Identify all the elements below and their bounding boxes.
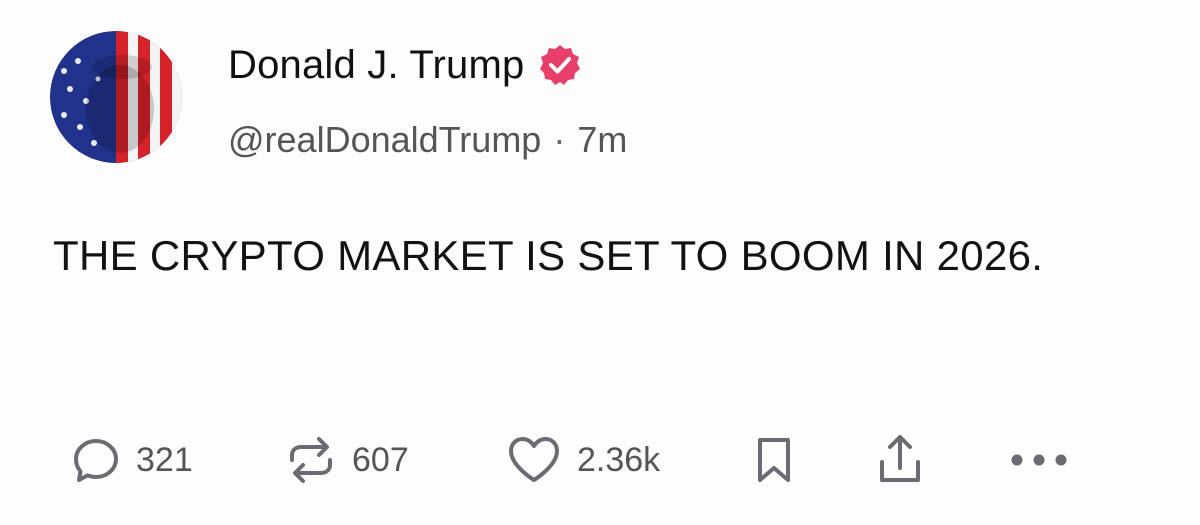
- repost-icon: [284, 433, 338, 487]
- verified-badge-icon: [538, 43, 582, 87]
- bookmark-button[interactable]: [752, 420, 796, 500]
- author-meta-row: @realDonaldTrump · 7m: [228, 116, 627, 164]
- post-text: THE CRYPTO MARKET IS SET TO BOOM IN 2026…: [53, 232, 1044, 279]
- heart-icon: [505, 433, 563, 487]
- author-display-name[interactable]: Donald J. Trump: [228, 43, 524, 88]
- more-options-button[interactable]: [1006, 420, 1072, 500]
- post-card: Donald J. Trump @realDonaldTrump · 7m TH…: [0, 0, 1200, 525]
- author-handle[interactable]: @realDonaldTrump: [228, 119, 541, 161]
- post-timestamp[interactable]: 7m: [577, 119, 627, 161]
- reply-count: 321: [136, 440, 193, 479]
- reply-button[interactable]: 321: [70, 420, 193, 500]
- bookmark-icon: [752, 432, 796, 488]
- author-avatar[interactable]: [50, 31, 182, 163]
- meta-separator: ·: [553, 119, 566, 160]
- reply-icon: [70, 434, 122, 486]
- repost-count: 607: [352, 440, 409, 479]
- more-icon: [1006, 448, 1072, 472]
- like-button[interactable]: 2.36k: [505, 420, 660, 500]
- repost-button[interactable]: 607: [284, 420, 409, 500]
- share-icon: [874, 430, 926, 490]
- post-actions-bar: 321 607 2.36k: [0, 420, 1200, 500]
- like-count: 2.36k: [577, 440, 661, 479]
- share-button[interactable]: [874, 420, 926, 500]
- author-name-row: Donald J. Trump: [228, 40, 582, 90]
